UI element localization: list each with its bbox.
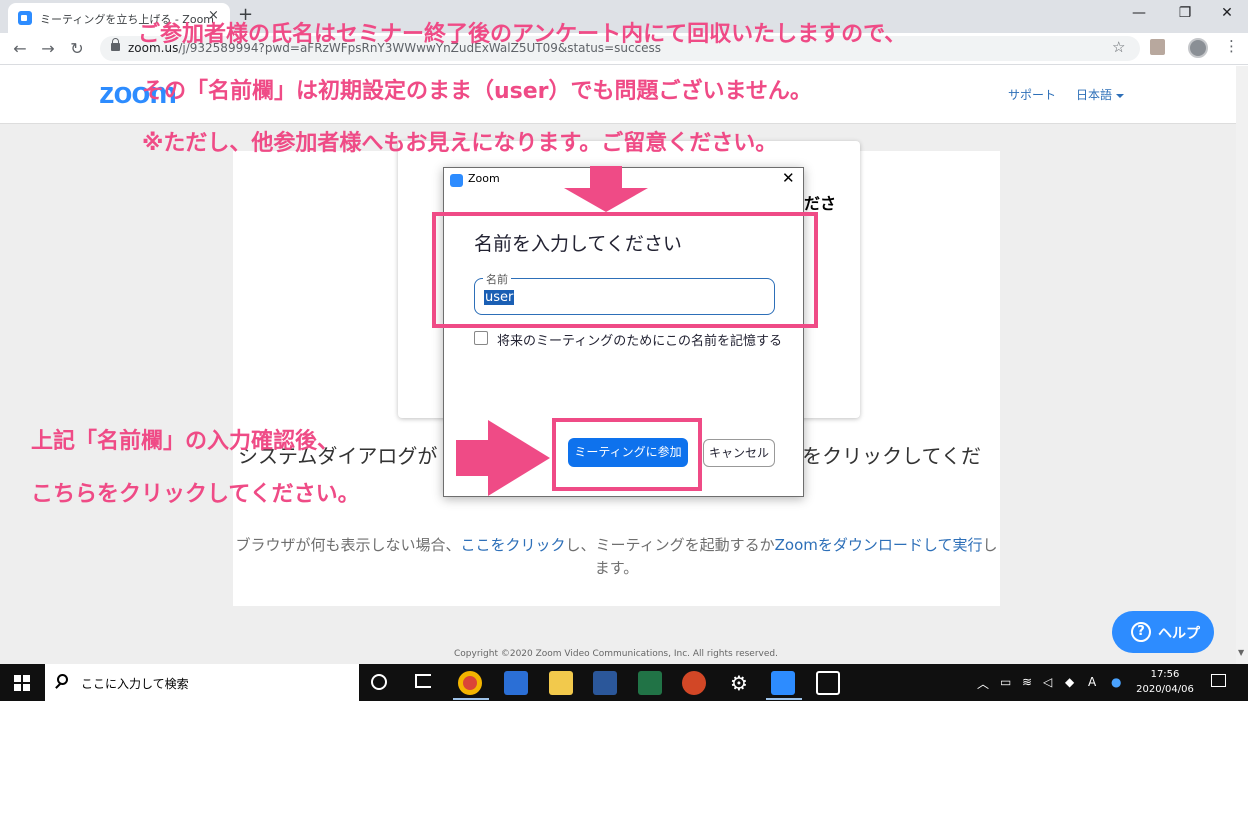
ime-indicator[interactable]: A <box>1088 675 1096 689</box>
zoom-active-indicator <box>766 698 802 700</box>
annotation-line-2: その「名前欄」は初期設定のまま（user）でも問題ございません。 <box>142 79 812 104</box>
bookmark-star-icon[interactable]: ☆ <box>1112 38 1125 56</box>
zoom-taskbar-icon[interactable] <box>771 671 795 695</box>
copyright: Copyright ©2020 Zoom Video Communication… <box>454 649 778 659</box>
file-explorer-icon[interactable] <box>549 671 573 695</box>
remember-name-label[interactable]: 将来のミーティングのためにこの名前を記憶する <box>497 330 782 349</box>
task-view-icon[interactable] <box>415 674 431 688</box>
word-icon[interactable] <box>593 671 617 695</box>
annotation-left-1: 上記「名前欄」の入力確認後、 <box>31 429 340 454</box>
lock-icon <box>111 38 120 51</box>
dropbox-icon[interactable]: ◆ <box>1065 675 1074 689</box>
taskbar-search[interactable]: ここに入力して検索 <box>45 664 359 701</box>
name-field-highlight-box <box>432 212 818 328</box>
cancel-button[interactable]: キャンセル <box>703 439 775 467</box>
download-link[interactable]: Zoomをダウンロードして実行 <box>775 536 983 554</box>
join-button-highlight-box <box>552 418 702 491</box>
battery-icon[interactable]: ▭ <box>1000 675 1011 689</box>
browser-menu-icon[interactable]: ⋮ <box>1224 37 1239 55</box>
back-arrow-icon[interactable]: ← <box>10 39 30 58</box>
volume-icon[interactable]: ◁ <box>1043 675 1052 689</box>
window-minimize-button[interactable]: — <box>1124 5 1154 21</box>
fallback-mid: し、ミーティングを起動するか <box>565 536 775 554</box>
window-close-button[interactable]: ✕ <box>1212 5 1242 21</box>
nav-support-link[interactable]: サポート <box>1008 86 1056 103</box>
forward-arrow-icon[interactable]: → <box>38 39 58 58</box>
remember-name-checkbox[interactable] <box>474 331 488 345</box>
profile-avatar[interactable] <box>1188 38 1208 58</box>
tray-chevron-icon[interactable]: ︿ <box>977 675 989 692</box>
window-restore-button[interactable]: ❐ <box>1170 5 1200 21</box>
annotation-left-2: こちらをクリックしてください。 <box>31 482 360 507</box>
zoom-favicon-icon <box>18 11 32 25</box>
taskbar-clock[interactable]: 17:56 2020/04/06 <box>1135 667 1195 697</box>
wifi-icon[interactable]: ≋ <box>1022 675 1032 689</box>
windows-taskbar: ここに入力して検索 ⚙ ︿ ▭ ≋ ◁ ◆ A ● 17:56 2020/04/… <box>0 664 1248 701</box>
mail-icon[interactable] <box>504 671 528 695</box>
arrow-right-icon <box>456 420 550 496</box>
annotation-line-1: ご参加者様の氏名はセミナー終了後のアンケート内にて回収いたしますので、 <box>138 22 907 47</box>
zoom-app-icon <box>450 174 463 187</box>
onedrive-icon[interactable]: ● <box>1111 675 1121 689</box>
chrome-icon[interactable] <box>458 671 482 695</box>
nav-language-dropdown[interactable]: 日本語 <box>1076 86 1125 103</box>
windows-start-icon[interactable] <box>14 675 30 691</box>
settings-gear-icon[interactable]: ⚙ <box>727 671 751 695</box>
caret-down-icon <box>1116 93 1125 98</box>
excel-icon[interactable] <box>638 671 662 695</box>
search-icon <box>57 674 68 685</box>
taskbar-search-placeholder: ここに入力して検索 <box>81 677 189 691</box>
page-scrollbar[interactable]: ▼ <box>1236 66 1248 664</box>
click-here-link[interactable]: ここをクリック <box>461 536 566 554</box>
question-icon: ? <box>1131 622 1151 642</box>
fallback-instructions: ブラウザが何も表示しない場合、ここをクリックし、ミーティングを起動するかZoom… <box>233 534 1000 580</box>
clock-time: 17:56 <box>1150 669 1180 680</box>
help-button[interactable]: ? ヘルプ <box>1112 611 1214 653</box>
screen: ミーティングを立ち上げる - Zoom × + — ❐ ✕ ← → ↻ zoom… <box>0 0 1248 822</box>
notification-icon[interactable] <box>1211 674 1226 687</box>
arrow-down-icon <box>564 166 648 212</box>
fallback-prefix: ブラウザが何も表示しない場合、 <box>235 536 461 554</box>
card-heading: ださ <box>804 194 837 213</box>
clock-date: 2020/04/06 <box>1136 684 1194 695</box>
chrome-active-indicator <box>453 698 489 700</box>
nav-language-label: 日本語 <box>1076 88 1113 102</box>
cortana-icon[interactable] <box>371 674 387 690</box>
annotation-line-3: ※ただし、他参加者様へもお見えになります。ご留意ください。 <box>142 131 778 156</box>
pdf-extension-icon[interactable] <box>1150 39 1165 55</box>
dialog-close-icon[interactable]: ✕ <box>782 169 795 187</box>
help-label: ヘルプ <box>1158 626 1200 642</box>
photos-icon[interactable] <box>816 671 840 695</box>
reload-icon[interactable]: ↻ <box>67 39 87 58</box>
powerpoint-icon[interactable] <box>682 671 706 695</box>
dialog-title: Zoom <box>468 172 500 185</box>
scroll-down-icon[interactable]: ▼ <box>1238 648 1244 657</box>
launch-instruction-right: ] をクリックしてくだ <box>788 444 981 468</box>
